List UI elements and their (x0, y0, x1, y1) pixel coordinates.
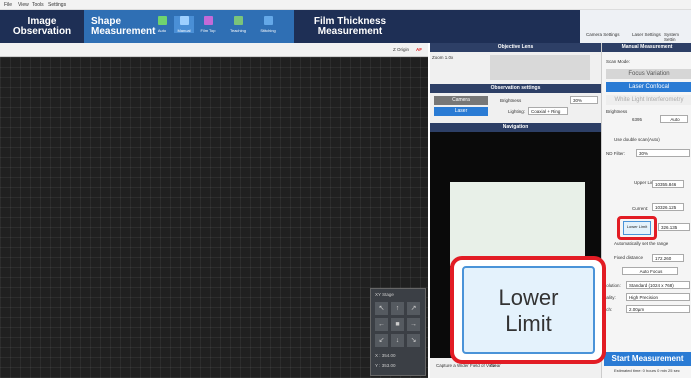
pitch-select[interactable]: 2.00µm (626, 305, 690, 313)
lower-limit-highlight: Lower Limit (617, 216, 657, 240)
up-arrow-button[interactable]: ↑ (391, 302, 404, 315)
subtab-film-top[interactable]: Film Top (198, 16, 218, 33)
view-toolbar: Z Origin AF (0, 43, 428, 57)
resolution-select[interactable]: Standard (1024 x 768) (626, 281, 690, 289)
auto-icon (157, 16, 167, 25)
tab-film-thickness[interactable]: Film Thickness Measurement (300, 10, 400, 43)
menu-settings[interactable]: Settings (48, 2, 66, 8)
objective-header: Objective Lens (430, 43, 601, 52)
fixed-distance-checkbox[interactable]: Fixed distance (614, 255, 643, 260)
ne-arrow-button[interactable]: ↗ (407, 302, 420, 315)
laser-confocal-button[interactable]: Laser Confocal (606, 82, 691, 92)
camera-button[interactable]: Camera (434, 96, 488, 105)
brightness-value: 6395 (632, 117, 643, 122)
start-measurement-button[interactable]: Start Measurement (604, 352, 691, 366)
subtab-auto[interactable]: Auto (152, 16, 172, 33)
right-arrow-button[interactable]: → (407, 318, 420, 331)
nw-arrow-button[interactable]: ↖ (375, 302, 388, 315)
nd-filter-select[interactable]: 30% (636, 149, 690, 157)
navigation-header: Navigation (430, 123, 601, 132)
menu-file[interactable]: File (4, 2, 12, 8)
af-button[interactable]: AF (416, 47, 422, 52)
menu-view[interactable]: View (18, 2, 29, 8)
lens-turret[interactable] (490, 55, 590, 80)
x-readout: 354.00 (381, 353, 396, 358)
down-arrow-button[interactable]: ↓ (391, 334, 404, 347)
xy-stage-pad: XY Stage ↖ ↑ ↗ ← ■ → ↙ ↓ ↘ X : 354.00 Y … (370, 288, 426, 376)
subtab-teaching[interactable]: Teaching (228, 16, 248, 33)
z-origin-button[interactable]: Z Origin (393, 47, 409, 52)
subtab-manual[interactable]: Manual (174, 16, 194, 33)
double-scan-checkbox[interactable]: Use double scan(Auto) (614, 137, 660, 142)
auto-button[interactable]: Auto (660, 115, 688, 123)
white-light-button[interactable]: White Light Interferometry (606, 95, 691, 105)
camera-view[interactable] (0, 57, 428, 378)
film-top-icon (203, 16, 213, 25)
manual-icon (179, 16, 189, 25)
teaching-icon (233, 16, 243, 25)
menu-bar: File View Tools Settings (0, 0, 691, 10)
estimated-time: Estimated time: 0 hours 0 min 25 sec (614, 368, 680, 373)
zoom-label: Zoom 1.0x (432, 55, 454, 60)
sample-image (450, 182, 585, 266)
laser-settings-button[interactable]: Laser Settings (632, 32, 661, 37)
subtab-stitching[interactable]: Stitching (258, 16, 278, 33)
lower-limit-field[interactable]: 326.135 (658, 223, 690, 231)
lower-limit-button[interactable]: Lower Limit (623, 221, 651, 235)
lighting-select[interactable]: Coaxial + Ring (528, 107, 568, 115)
focus-variation-button[interactable]: Focus Variation (606, 69, 691, 79)
menu-tools[interactable]: Tools (32, 2, 44, 8)
auto-range-checkbox[interactable]: Automatically set the range (614, 241, 668, 246)
se-arrow-button[interactable]: ↘ (407, 334, 420, 347)
manual-measurement-panel: Manual Measurement Scan Mode: Focus Vari… (601, 43, 691, 378)
y-readout: 353.00 (381, 363, 396, 368)
auto-focus-button[interactable]: Auto Focus (622, 267, 678, 275)
laser-button[interactable]: Laser (434, 107, 488, 116)
camera-settings-button[interactable]: Camera Settings (586, 32, 620, 37)
quality-select[interactable]: High Precision (626, 293, 690, 301)
tab-image-observation[interactable]: Image Observation (0, 10, 84, 43)
upper-limit-field[interactable]: 10355.846 (652, 180, 684, 188)
stitching-icon (263, 16, 273, 25)
manual-header: Manual Measurement (602, 43, 691, 52)
current-field: 10326.125 (652, 203, 684, 211)
sw-arrow-button[interactable]: ↙ (375, 334, 388, 347)
lower-limit-callout-button: Lower Limit (462, 266, 595, 354)
settings-ribbon: Camera Settings Laser Settings System Se… (580, 10, 691, 43)
left-arrow-button[interactable]: ← (375, 318, 388, 331)
center-button[interactable]: ■ (391, 318, 404, 331)
camera-grid (0, 57, 428, 378)
fixed-distance-field[interactable]: 172.260 (652, 254, 684, 262)
system-settings-button[interactable]: System Settin (664, 32, 691, 42)
zoom-callout: Lower Limit (450, 256, 606, 364)
brightness-select[interactable]: 30% (570, 96, 598, 104)
observation-header: Observation settings (430, 84, 601, 93)
